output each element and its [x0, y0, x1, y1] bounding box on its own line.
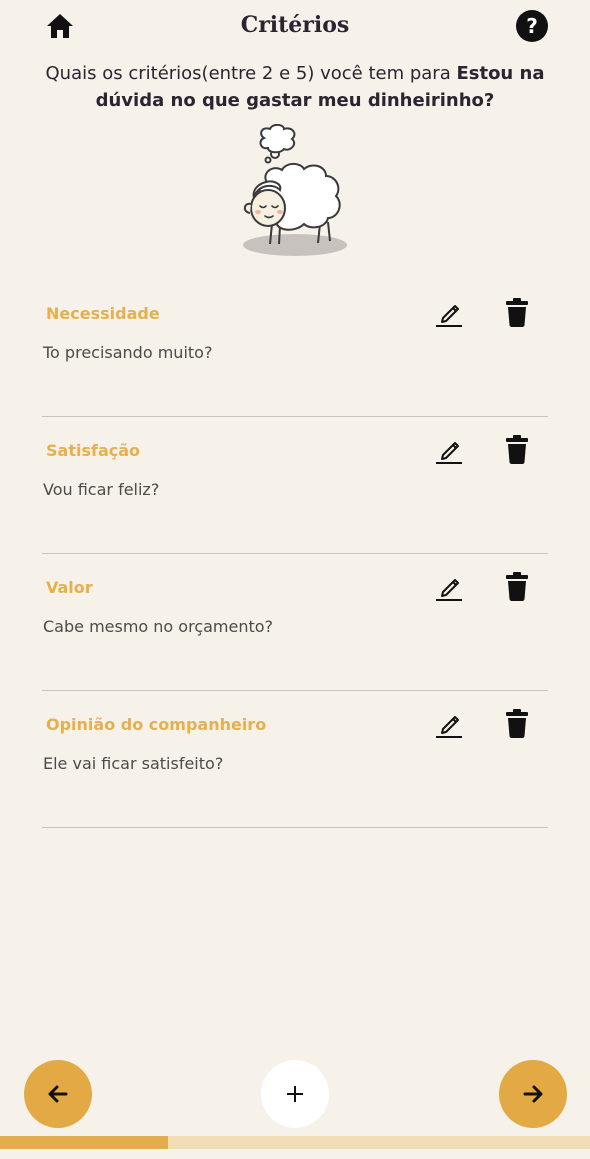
delete-criterion-button[interactable] — [504, 572, 530, 602]
criterion-description: To precisando muito? — [43, 343, 213, 362]
criterion-name: Necessidade — [46, 304, 160, 323]
trash-icon — [506, 298, 528, 327]
progress-fill — [0, 1136, 169, 1149]
criterion-item: Necessidade To precisando muito? — [42, 280, 548, 417]
criteria-list: Necessidade To precisando muito? Satisfa… — [42, 280, 548, 828]
criterion-item: Satisfação Vou ficar feliz? — [42, 417, 548, 554]
criterion-name: Satisfação — [46, 441, 141, 460]
trash-icon — [506, 572, 528, 601]
criterion-description: Vou ficar feliz? — [43, 480, 160, 499]
criterion-item: Valor Cabe mesmo no orçamento? — [42, 554, 548, 691]
back-button[interactable] — [24, 1060, 92, 1128]
page-title: Critérios — [240, 12, 350, 38]
question-icon: ? — [526, 14, 538, 38]
app-header: Critérios ? — [0, 0, 590, 52]
delete-criterion-button[interactable] — [504, 709, 530, 739]
progress-bar — [0, 1136, 590, 1149]
sheep-illustration — [243, 124, 347, 256]
edit-criterion-button[interactable] — [434, 709, 464, 739]
criterion-item: Opinião do companheiro Ele vai ficar sat… — [42, 691, 548, 828]
criterion-name: Valor — [46, 578, 93, 597]
trash-icon — [506, 435, 528, 464]
pencil-icon — [436, 442, 462, 464]
criterion-description: Cabe mesmo no orçamento? — [43, 617, 274, 636]
edit-criterion-button[interactable] — [434, 435, 464, 465]
trash-icon — [506, 709, 528, 738]
edit-criterion-button[interactable] — [434, 298, 464, 328]
delete-criterion-button[interactable] — [504, 298, 530, 328]
criteria-question: Quais os critérios(entre 2 e 5) você tem… — [40, 60, 550, 114]
pencil-icon — [436, 305, 462, 327]
add-criterion-button[interactable] — [261, 1060, 329, 1128]
arrow-left-icon — [48, 1085, 68, 1103]
help-button[interactable]: ? — [516, 10, 548, 42]
next-button[interactable] — [499, 1060, 567, 1128]
criterion-description: Ele vai ficar satisfeito? — [43, 754, 224, 773]
criterion-name: Opinião do companheiro — [46, 715, 267, 734]
arrow-right-icon — [523, 1085, 543, 1103]
pencil-icon — [436, 579, 462, 601]
pencil-icon — [436, 716, 462, 738]
edit-criterion-button[interactable] — [434, 572, 464, 602]
question-prefix: Quais os critérios(entre 2 e 5) você tem… — [45, 63, 457, 84]
plus-icon — [287, 1086, 303, 1102]
delete-criterion-button[interactable] — [504, 435, 530, 465]
